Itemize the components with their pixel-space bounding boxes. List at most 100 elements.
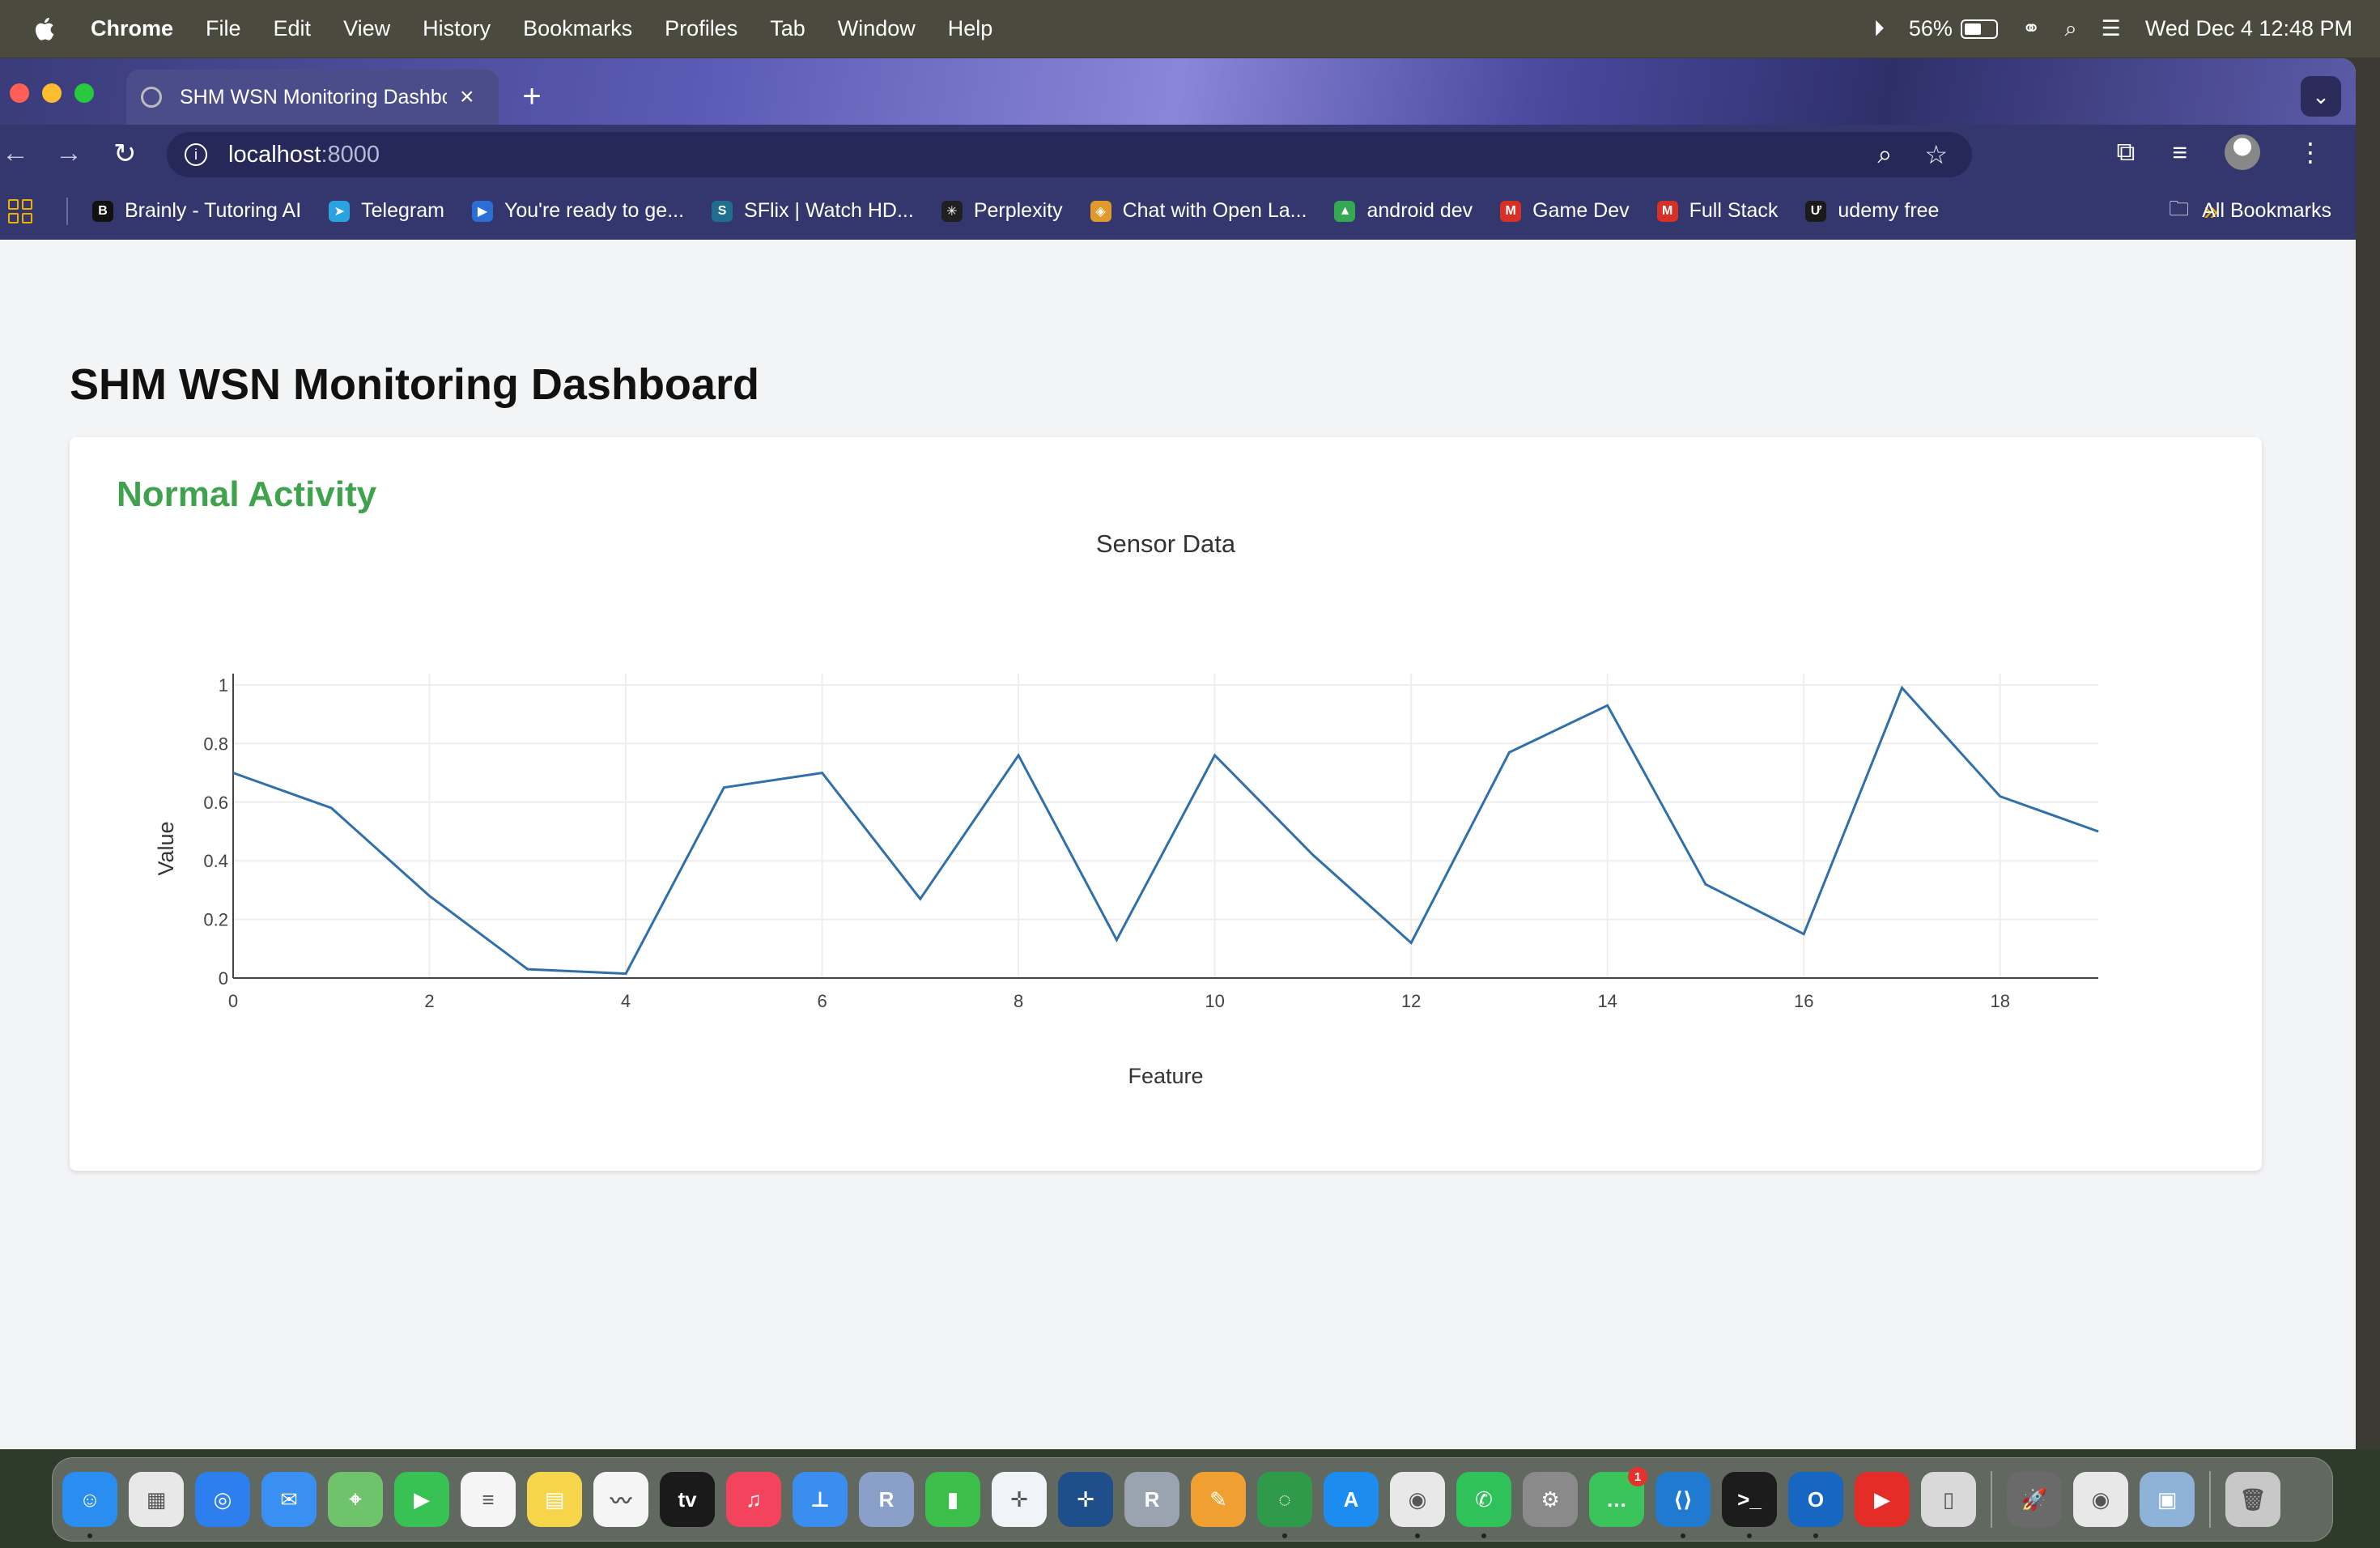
close-tab-icon[interactable]: × [460, 83, 474, 111]
menu-tab[interactable]: Tab [770, 16, 805, 41]
menu-file[interactable]: File [206, 16, 241, 41]
dock-separator [2209, 1471, 2211, 1528]
tab-search-chevron-icon[interactable]: ⌄ [2301, 76, 2341, 117]
all-bookmarks-button[interactable]: 🗀 All Bookmarks [2169, 194, 2331, 228]
menu-window[interactable]: Window [838, 16, 916, 41]
outlook-icon[interactable]: O [1788, 1472, 1843, 1538]
menubar-clock[interactable]: Wed Dec 4 12:48 PM [2145, 16, 2352, 41]
menu-help[interactable]: Help [948, 16, 993, 41]
launchpad-icon[interactable]: ▦ [129, 1472, 184, 1527]
vscode-icon[interactable]: ⟨⟩ [1655, 1472, 1711, 1538]
spotlight-search-icon[interactable]: ⌕ [2065, 16, 2077, 42]
trash-icon[interactable]: 🗑 [2225, 1472, 2280, 1527]
appstore-icon[interactable]: A [1324, 1472, 1379, 1527]
maps-icon[interactable]: ⌖ [328, 1472, 383, 1527]
bookmark-item[interactable]: ➤ Telegram [329, 199, 444, 223]
menu-app-name[interactable]: Chrome [91, 16, 173, 41]
forward-arrow-icon[interactable]: → [55, 138, 83, 169]
facetime-icon[interactable]: ▶ [394, 1472, 449, 1527]
bookmark-item[interactable]: M Game Dev [1500, 199, 1630, 223]
youtube-icon[interactable]: ▶ [1855, 1472, 1910, 1527]
appletv-icon[interactable]: tv [660, 1472, 715, 1527]
x-tick-label: 12 [1401, 991, 1421, 1011]
numbers-icon[interactable]: ▮ [925, 1472, 980, 1527]
notes-icon[interactable]: ▤ [527, 1472, 582, 1527]
tableau-prep-icon[interactable]: ✛ [1058, 1472, 1113, 1527]
close-window-button[interactable] [10, 83, 29, 103]
whatsapp-icon[interactable]: ✆ [1456, 1472, 1511, 1538]
control-center-icon[interactable]: ☰ [2102, 16, 2121, 41]
macos-menu-bar: Chrome File Edit View History Bookmarks … [0, 0, 2380, 57]
sync-icon[interactable]: ◌ [1257, 1472, 1312, 1538]
bookmark-item[interactable]: ▶ You're ready to ge... [471, 199, 684, 223]
r-icon[interactable]: R [859, 1472, 914, 1527]
link-icon[interactable]: ⚭ [2022, 16, 2041, 41]
reload-icon[interactable]: ↻ [113, 138, 137, 170]
finder-icon[interactable]: ☺ [62, 1472, 117, 1538]
terminal-icon[interactable]: >_ [1722, 1472, 1777, 1538]
url-text[interactable]: localhost:8000 [228, 142, 380, 168]
keynote-icon[interactable]: ⊥ [793, 1472, 848, 1527]
chrome-app-icon[interactable]: ◉ [2073, 1472, 2128, 1527]
rstudio-icon[interactable]: R [1124, 1472, 1179, 1527]
bookmark-item[interactable]: ◈ Chat with Open La... [1090, 199, 1307, 223]
music-icon[interactable]: ♫ [726, 1472, 781, 1527]
data-point [330, 807, 332, 809]
toolbar-actions: ⧉ ≡ ⋮ [2116, 134, 2323, 170]
apps-grid-icon[interactable] [8, 198, 32, 223]
safari-icon[interactable]: ◎ [195, 1472, 250, 1527]
bookmark-item[interactable]: ✳ Perplexity [941, 199, 1063, 223]
menu-view[interactable]: View [343, 16, 390, 41]
mail-icon[interactable]: ✉ [261, 1472, 317, 1527]
menubar-status-area: ⏵ 56% ⚭ ⌕ ☰ Wed Dec 4 12:48 PM [1873, 0, 2352, 57]
brainly-icon: B [92, 200, 113, 222]
back-arrow-icon[interactable]: ← [2, 138, 29, 169]
extensions-puzzle-icon[interactable]: ⧉ [2116, 137, 2135, 168]
reading-list-icon[interactable]: ≡ [2172, 138, 2187, 168]
rocket-icon[interactable]: 🚀 [2007, 1472, 2062, 1527]
bookmark-item[interactable]: S SFlix | Watch HD... [712, 199, 914, 223]
bookmark-list: B Brainly - Tutoring AI ➤ Telegram ▶ You're r… [92, 199, 1966, 223]
address-bar[interactable]: i localhost:8000 ⌕ ☆ [167, 132, 1972, 177]
tab-active[interactable]: SHM WSN Monitoring Dashboard × [126, 70, 499, 125]
preview-icon[interactable]: ▣ [2140, 1472, 2195, 1527]
minimize-window-button[interactable] [42, 83, 62, 103]
profile-avatar[interactable] [2225, 134, 2260, 170]
chrome-icon[interactable]: ◉ [1390, 1472, 1445, 1538]
zoom-window-button[interactable] [74, 83, 94, 103]
menu-edit[interactable]: Edit [274, 16, 312, 41]
more-menu-icon[interactable]: ⋮ [2297, 137, 2323, 168]
bookmark-item[interactable]: Ưudemy free [1805, 199, 1939, 223]
chart-grid [233, 674, 2098, 978]
zoom-icon[interactable]: ⌕ [1877, 139, 1892, 170]
y-tick-label: 0.6 [203, 793, 228, 813]
x-axis-label: Feature [1128, 1064, 1203, 1088]
bookmark-label: SFlix | Watch HD... [744, 199, 914, 222]
running-indicator [1415, 1533, 1420, 1538]
bookmark-item[interactable]: ▲ android dev [1334, 199, 1473, 223]
data-point [429, 895, 431, 897]
site-info-icon[interactable]: i [185, 143, 207, 166]
udemy-icon: Ư [1805, 200, 1827, 222]
settings-icon[interactable]: ⚙ [1523, 1472, 1578, 1527]
apple-icon[interactable] [31, 15, 60, 44]
menu-bookmarks[interactable]: Bookmarks [523, 16, 632, 41]
messages-icon[interactable]: … 1 [1589, 1467, 1647, 1527]
tableau-icon[interactable]: ✛ [992, 1472, 1047, 1527]
bookmark-star-icon[interactable]: ☆ [1924, 139, 1948, 170]
url-port: :8000 [321, 141, 380, 168]
freeform-icon[interactable]: 〰 [593, 1472, 648, 1527]
battery-percent: 56% [1908, 16, 1953, 40]
bookmark-item[interactable]: M Full Stack [1656, 199, 1778, 223]
menu-profiles[interactable]: Profiles [665, 16, 737, 41]
dock-separator [1991, 1471, 1992, 1528]
bookmark-item[interactable]: B Brainly - Tutoring AI [92, 199, 301, 223]
pages-icon[interactable]: ✎ [1191, 1472, 1246, 1527]
menu-history[interactable]: History [423, 16, 491, 41]
new-tab-button[interactable]: + [512, 76, 552, 117]
iphone-mirroring-icon[interactable]: ▯ [1921, 1472, 1976, 1527]
reminders-icon[interactable]: ≡ [461, 1472, 516, 1527]
battery-status[interactable]: 56% [1909, 16, 1998, 41]
bookmark-label: Perplexity [973, 199, 1063, 222]
now-playing-icon[interactable]: ⏵ [1873, 16, 1885, 42]
